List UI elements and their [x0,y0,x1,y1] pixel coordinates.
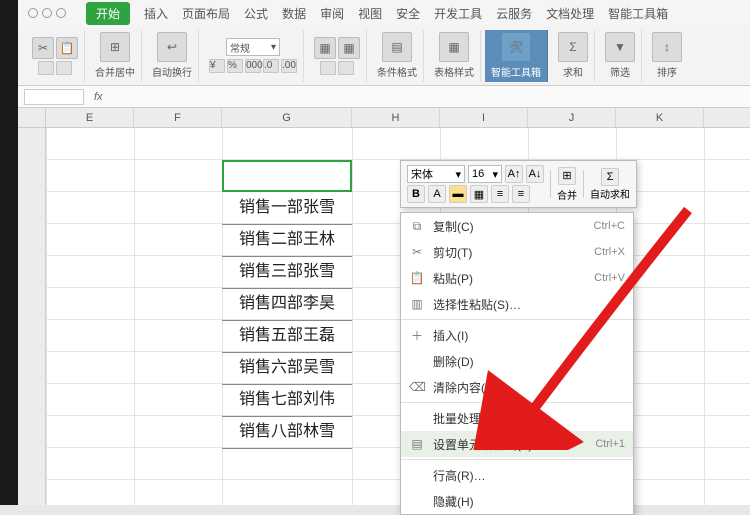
ctx-paste-special[interactable]: ▥选择性粘贴(S)… [401,291,633,317]
ribbon-cells[interactable]: ▦▦ [308,30,367,82]
cell-value[interactable]: 销售八部林雪 [222,416,352,449]
col-header[interactable]: G [222,108,352,127]
ribbon-cond-format[interactable]: ▤ 条件格式 [371,30,424,82]
increase-font-icon[interactable]: A↑ [505,165,523,183]
menu-item[interactable]: 文档处理 [546,5,594,22]
col-header[interactable]: I [440,108,528,127]
cell-value[interactable]: 销售一部张雪 [222,192,352,225]
ctx-cut[interactable]: ✂剪切(T)Ctrl+X [401,239,633,265]
mini-font-select[interactable]: 宋体▾ [407,165,465,183]
fill-color-icon[interactable]: ▬ [449,185,467,203]
cell-value[interactable]: 销售七部刘伟 [222,384,352,417]
ribbon-filter[interactable]: ▼ 筛选 [599,30,642,82]
menu-item[interactable]: 页面布局 [182,5,230,22]
align-icon[interactable]: ≡ [512,185,530,203]
col-header[interactable]: H [352,108,440,127]
ribbon-table-style[interactable]: ▦ 表格样式 [428,30,481,82]
menu-item[interactable]: 数据 [282,5,306,22]
ctx-insert[interactable]: ＋插入(I) [401,322,633,348]
menu-item[interactable]: 智能工具箱 [608,5,668,22]
merge-icon: ⊞ [100,32,130,62]
ribbon-merge[interactable]: ⊞ 合并居中 [89,30,142,82]
ctx-delete[interactable]: 删除(D) [401,348,633,374]
decrease-font-icon[interactable]: A↓ [526,165,544,183]
ribbon-toolbox[interactable]: 🛠 智能工具箱 [485,30,548,82]
sum-icon: Σ [558,32,588,62]
menu-item[interactable]: 审阅 [320,5,344,22]
menu-item[interactable]: 开发工具 [434,5,482,22]
ctx-paste[interactable]: 📋粘贴(P)Ctrl+V [401,265,633,291]
selected-cell [222,160,352,192]
ctx-clear[interactable]: ⌫清除内容(N) [401,374,633,400]
ribbon-number[interactable]: 常规▾ ¥%000.0.00 [203,30,304,82]
number-format-select[interactable]: 常规▾ [226,38,280,56]
ctx-hide[interactable]: 隐藏(H) [401,488,633,514]
menu-item[interactable]: 云服务 [496,5,532,22]
ctx-format-cells[interactable]: ▤设置单元格格式(F)…Ctrl+1 [401,431,633,457]
table-style-icon: ▦ [439,32,469,62]
cell-value[interactable]: 销售三部张雪 [222,256,352,289]
name-box[interactable] [24,89,84,105]
bold-icon[interactable]: B [407,185,425,203]
col-header[interactable]: F [134,108,222,127]
mini-merge-label: 合并 [557,187,577,202]
menu-item[interactable]: 安全 [396,5,420,22]
ctx-batch[interactable]: 批量处理单元格(P) [401,405,633,431]
col-header[interactable]: J [528,108,616,127]
cell-value[interactable]: 销售六部吴雪 [222,352,352,385]
formula-bar: fx [18,86,750,108]
col-header[interactable]: E [46,108,134,127]
cell-value[interactable]: 销售五部王磊 [222,320,352,353]
ribbon: ✂📋 ⊞ 合并居中 ↩ 自动换行 常规▾ ¥%000.0.00 ▦▦ ▤ 条件格… [18,26,750,86]
ribbon-clipboard[interactable]: ✂📋 [26,30,85,82]
ribbon-wrap[interactable]: ↩ 自动换行 [146,30,199,82]
menu-item[interactable]: 插入 [144,5,168,22]
cell-value[interactable]: 销售二部王林 [222,224,352,257]
ctx-row-height[interactable]: 行高(R)… [401,462,633,488]
ribbon-sort[interactable]: ↕ 排序 [646,30,688,82]
filter-icon: ▼ [605,32,635,62]
cond-format-icon: ▤ [382,32,412,62]
menu-item[interactable]: 公式 [244,5,268,22]
font-color-icon[interactable]: A [428,185,446,203]
context-menu: ⧉复制(C)Ctrl+C ✂剪切(T)Ctrl+X 📋粘贴(P)Ctrl+V ▥… [400,212,634,515]
fx-icon[interactable]: fx [94,91,103,103]
window-controls[interactable] [28,8,66,18]
column-headers[interactable]: E F G H I J K [18,108,750,128]
border-icon[interactable]: ▦ [470,185,488,203]
mini-autosum-label: 自动求和 [590,186,630,201]
autosum-icon[interactable]: Σ [601,168,619,186]
wrap-icon: ↩ [157,32,187,62]
menu-item[interactable]: 视图 [358,5,382,22]
cell-value[interactable]: 销售四部李昊 [222,288,352,321]
align-icon[interactable]: ≡ [491,185,509,203]
mini-size-select[interactable]: 16▾ [468,165,502,183]
merge-icon[interactable]: ⊞ [558,167,576,185]
row-headers[interactable] [18,128,46,505]
mini-toolbar: 宋体▾ 16▾ A↑ A↓ B A ▬ ▦ ≡ ≡ ⊞ 合并 Σ 自动求和 [400,160,637,208]
toolbox-icon: 🛠 [501,32,531,62]
col-header[interactable]: K [616,108,704,127]
ctx-copy[interactable]: ⧉复制(C)Ctrl+C [401,213,633,239]
menu-tab-active[interactable]: 开始 [86,2,130,25]
sort-icon: ↕ [652,32,682,62]
menu-bar: 开始 插入 页面布局 公式 数据 审阅 视图 安全 开发工具 云服务 文档处理 … [18,0,750,26]
spreadsheet-grid[interactable]: 销售一部张雪 销售二部王林 销售三部张雪 销售四部李昊 销售五部王磊 销售六部吴… [18,128,750,505]
ribbon-sum[interactable]: Σ 求和 [552,30,595,82]
